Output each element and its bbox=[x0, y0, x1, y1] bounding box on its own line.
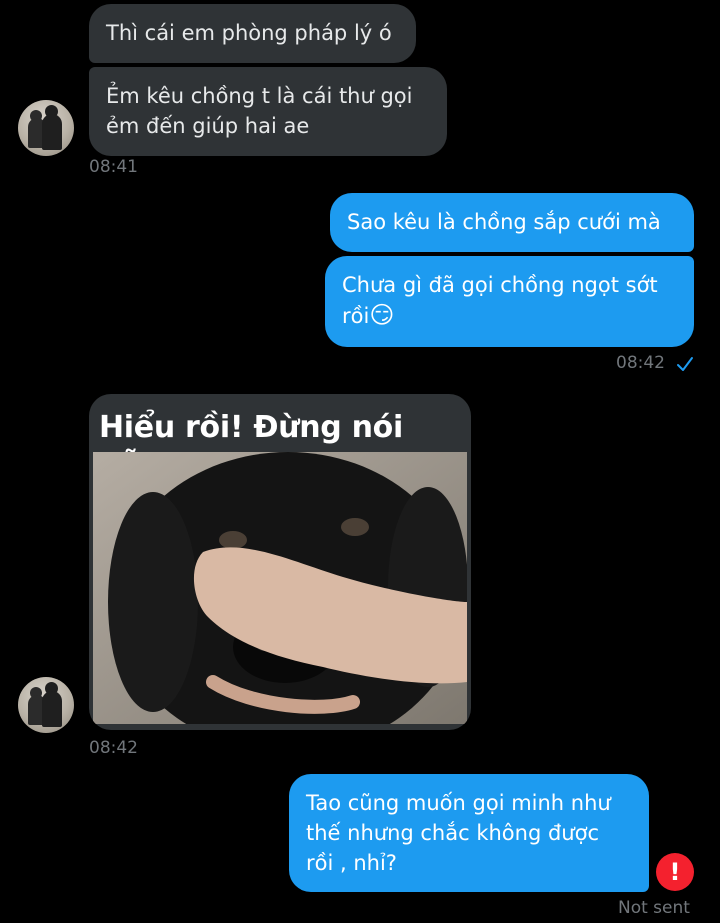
outgoing-message[interactable]: Sao kêu là chồng sắp cưới mà bbox=[330, 193, 694, 252]
check-icon bbox=[677, 357, 693, 371]
message-text: Thì cái em phòng pháp lý ó bbox=[106, 21, 392, 45]
message-text: Sao kêu là chồng sắp cưới mà bbox=[347, 210, 661, 234]
message-text-line: Chưa gì đã gọi chồng ngọt sớt bbox=[342, 273, 658, 297]
message-text: rồi bbox=[342, 304, 370, 328]
outgoing-message[interactable]: Tao cũng muốn gọi minh như thế nhưng chắ… bbox=[289, 774, 649, 892]
incoming-message[interactable]: Thì cái em phòng pháp lý ó bbox=[89, 4, 416, 63]
timestamp: 08:41 bbox=[89, 157, 138, 177]
timestamp: 08:42 bbox=[616, 353, 665, 373]
message-text-line: rồi😏 bbox=[342, 300, 677, 331]
outgoing-message[interactable]: Chưa gì đã gọi chồng ngọt sớt rồi😏 bbox=[325, 256, 694, 347]
message-text-line: rồi , nhỉ? bbox=[306, 851, 397, 875]
message-text-line: ẻm đến giúp hai ae bbox=[106, 114, 310, 138]
image-message[interactable]: Hiểu rồi! Đừng nói nữa bbox=[89, 394, 471, 730]
smirk-emoji-icon: 😏 bbox=[369, 301, 395, 329]
error-icon[interactable]: ! bbox=[656, 853, 694, 891]
message-text-line: thế nhưng chắc không được bbox=[306, 821, 599, 845]
timestamp: 08:42 bbox=[89, 738, 138, 758]
message-text-line: Ẻm kêu chồng t là cái thư gọi bbox=[106, 84, 413, 108]
avatar[interactable] bbox=[18, 100, 74, 156]
send-status: Not sent bbox=[618, 898, 690, 918]
avatar[interactable] bbox=[18, 677, 74, 733]
meme-image[interactable] bbox=[93, 452, 467, 724]
incoming-message[interactable]: Ẻm kêu chồng t là cái thư gọi ẻm đến giú… bbox=[89, 67, 447, 156]
dog-photo bbox=[93, 452, 467, 724]
message-text-line: Tao cũng muốn gọi minh như bbox=[306, 791, 611, 815]
